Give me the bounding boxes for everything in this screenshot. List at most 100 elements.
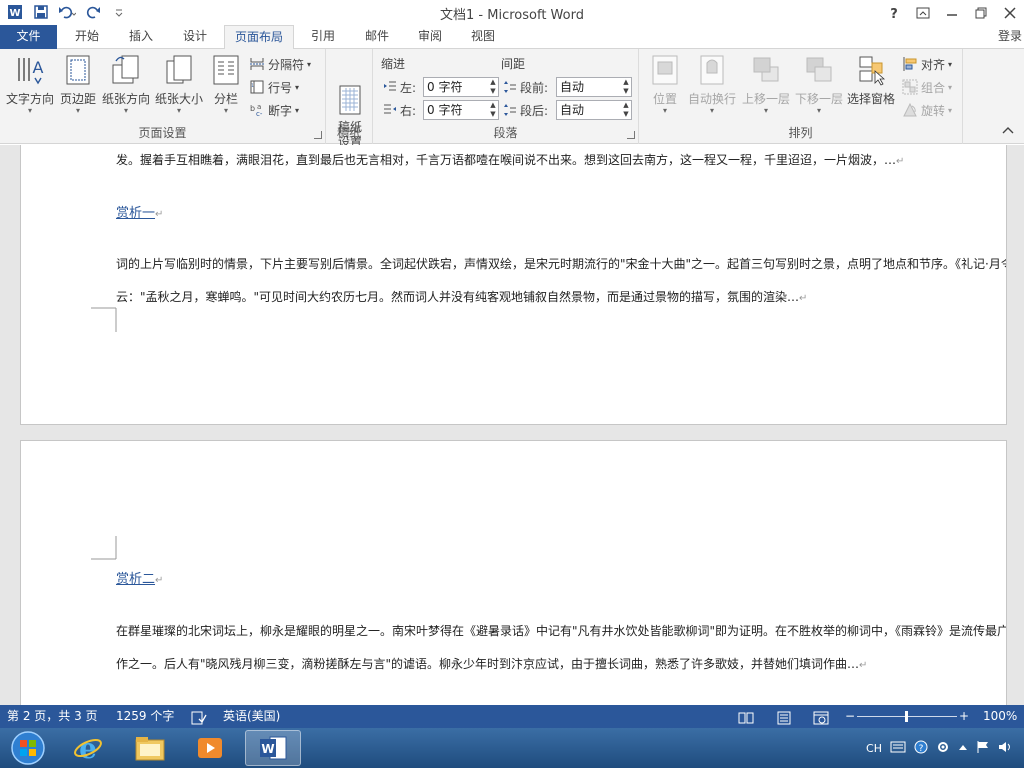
- spacing-after-label: 段后:: [520, 104, 549, 118]
- bring-forward-icon: [750, 53, 782, 87]
- spacing-after-input[interactable]: 自动 ▲ ▼: [556, 100, 632, 120]
- svg-text:?: ?: [890, 7, 898, 20]
- group-label-arrange: 排列: [788, 126, 813, 140]
- spacing-header: 间距: [501, 57, 526, 71]
- group-objects-icon: [902, 79, 918, 95]
- close-icon[interactable]: [995, 0, 1024, 25]
- language-indicator[interactable]: 英语(美国): [223, 705, 280, 728]
- paragraph-text[interactable]: 发。握着手互相瞧着，满眼泪花，直到最后也无言相对，千言万语都噎在喉间说不出来。想…: [116, 151, 904, 168]
- tab-references[interactable]: 引用: [298, 25, 348, 49]
- indent-left-spinner-icon[interactable]: ▲ ▼: [488, 78, 498, 96]
- columns-button[interactable]: 分栏 ▾: [207, 53, 245, 115]
- zoom-out-button[interactable]: −: [845, 705, 855, 728]
- orientation-button[interactable]: 纸张方向 ▾: [100, 53, 152, 115]
- tab-design[interactable]: 设计: [170, 25, 220, 49]
- heading-analysis-2[interactable]: 赏析二↵: [116, 568, 163, 587]
- tab-page-layout[interactable]: 页面布局: [224, 25, 294, 50]
- zoom-in-button[interactable]: +: [959, 705, 969, 728]
- heading-analysis-1[interactable]: 赏析一↵: [116, 202, 163, 221]
- align-icon: [903, 57, 917, 71]
- send-backward-button[interactable]: 下移一层 ▾: [793, 53, 845, 115]
- paragraph-text[interactable]: 云："孟秋之月，寒蝉鸣。"可见时间大约农历七月。然而词人并没有纯客观地铺叙自然景…: [116, 288, 807, 305]
- word-count[interactable]: 1259 个字: [116, 705, 174, 728]
- start-button-icon[interactable]: [0, 730, 56, 766]
- indent-right-input[interactable]: 0 字符 ▲ ▼: [423, 100, 499, 120]
- spacing-before-spinner-icon[interactable]: ▲ ▼: [621, 78, 631, 96]
- group-label-paper: 稿纸: [336, 126, 361, 140]
- svg-text:a: a: [257, 103, 261, 111]
- ribbon: A 文字方向 ▾ 页边距 ▾ 纸张方向 ▾ 纸张大小 ▾ 分栏 ▾ 分隔符 ▾ …: [0, 49, 1024, 149]
- tab-view[interactable]: 视图: [458, 25, 508, 49]
- group-label-paragraph: 段落: [493, 126, 518, 140]
- text-direction-button[interactable]: A 文字方向 ▾: [4, 53, 56, 115]
- help-circle-icon[interactable]: ?: [914, 740, 928, 757]
- help-icon[interactable]: ?: [879, 0, 908, 25]
- document-page-2[interactable]: 赏析二↵ 在群星璀璨的北宋词坛上，柳永是耀眼的明星之一。南宋叶梦得在《避暑录话》…: [20, 440, 1007, 705]
- group-button[interactable]: 组合 ▾: [902, 77, 952, 97]
- svg-text:W: W: [261, 742, 274, 756]
- margins-button[interactable]: 页边距 ▾: [57, 53, 99, 115]
- line-numbers-button[interactable]: 1 行号 ▾: [249, 77, 299, 97]
- hyphenation-icon: bc-a: [250, 103, 263, 118]
- page-setup-launcher-icon[interactable]: [314, 131, 322, 139]
- zoom-slider-thumb[interactable]: [905, 711, 908, 722]
- hyphenation-button[interactable]: b c-a 断字 ▾: [249, 100, 299, 120]
- vertical-scrollbar[interactable]: [1007, 145, 1024, 705]
- wrap-text-button[interactable]: 自动换行 ▾: [685, 53, 739, 115]
- minimize-icon[interactable]: [937, 0, 966, 25]
- flag-icon[interactable]: [976, 740, 990, 757]
- paragraph-text[interactable]: 在群星璀璨的北宋词坛上，柳永是耀眼的明星之一。南宋叶梦得在《避暑录话》中记有"凡…: [116, 622, 1006, 639]
- rotate-icon: [903, 102, 917, 117]
- svg-text:e: e: [79, 733, 97, 763]
- document-page-1[interactable]: 发。握着手互相瞧着，满眼泪花，直到最后也无言相对，千言万语都噎在喉间说不出来。想…: [20, 145, 1007, 425]
- group-paper: 稿纸 设置 稿纸: [326, 49, 373, 149]
- restore-icon[interactable]: [966, 0, 995, 25]
- volume-icon[interactable]: [998, 740, 1014, 757]
- tab-home[interactable]: 开始: [62, 25, 112, 49]
- sign-in-link[interactable]: 登录: [998, 25, 1022, 48]
- orientation-icon: [110, 53, 142, 87]
- rotate-button[interactable]: 旋转 ▾: [902, 100, 952, 120]
- spacing-after-spinner-icon[interactable]: ▲ ▼: [621, 101, 631, 119]
- word-taskbar-icon[interactable]: W: [245, 730, 301, 766]
- paragraph-launcher-icon[interactable]: [627, 131, 635, 139]
- document-area[interactable]: 发。握着手互相瞧着，满眼泪花，直到最后也无言相对，千言万语都噎在喉间说不出来。想…: [0, 145, 1024, 705]
- settings-icon[interactable]: [936, 740, 950, 757]
- file-explorer-icon[interactable]: [122, 730, 178, 766]
- page-count[interactable]: 第 2 页，共 3 页: [7, 705, 98, 728]
- media-player-icon[interactable]: [182, 730, 238, 766]
- position-button[interactable]: 位置 ▾: [645, 53, 685, 115]
- svg-text:1: 1: [251, 83, 254, 88]
- show-hidden-icons-icon[interactable]: [958, 742, 968, 755]
- tab-file[interactable]: 文件: [0, 25, 57, 49]
- collapse-ribbon-icon[interactable]: [1002, 126, 1014, 137]
- group-page-setup: A 文字方向 ▾ 页边距 ▾ 纸张方向 ▾ 纸张大小 ▾ 分栏 ▾ 分隔符 ▾ …: [0, 49, 326, 144]
- tab-mailings[interactable]: 邮件: [352, 25, 402, 49]
- selection-pane-button[interactable]: 选择窗格: [845, 53, 897, 107]
- paragraph-text[interactable]: 词的上片写临别时的情景，下片主要写别后情景。全词起伏跌宕，声情双绘，是宋元时期流…: [116, 255, 1006, 272]
- breaks-button[interactable]: 分隔符 ▾: [249, 54, 311, 74]
- size-button[interactable]: 纸张大小 ▾: [153, 53, 205, 115]
- ribbon-display-options-icon[interactable]: [908, 0, 937, 25]
- zoom-level[interactable]: 100%: [983, 705, 1017, 728]
- indent-left-input[interactable]: 0 字符 ▲ ▼: [423, 77, 499, 97]
- align-button[interactable]: 对齐 ▾: [902, 54, 952, 74]
- internet-explorer-icon[interactable]: e: [60, 730, 116, 766]
- spacing-before-input[interactable]: 自动 ▲ ▼: [556, 77, 632, 97]
- tab-review[interactable]: 审阅: [405, 25, 455, 49]
- group-arrange: 位置 ▾ 自动换行 ▾ 上移一层 ▾ 下移一层 ▾ 选择窗格 对齐 ▾ 组合 ▾…: [639, 49, 963, 144]
- paragraph-text[interactable]: 作之一。后人有"晓风残月柳三变，滴粉搓酥左与言"的谑语。柳永少年时到汴京应试，由…: [116, 655, 867, 672]
- window-title: 文档1 - Microsoft Word: [440, 8, 584, 23]
- keyboard-icon[interactable]: [890, 741, 906, 756]
- input-language-indicator[interactable]: CH: [866, 742, 882, 755]
- zoom-slider[interactable]: [857, 711, 957, 722]
- svg-text:A: A: [33, 58, 44, 77]
- svg-text:b: b: [250, 104, 255, 113]
- paper-size-icon: [163, 53, 195, 87]
- spacing-after-icon: [504, 104, 516, 116]
- tab-insert[interactable]: 插入: [116, 25, 166, 49]
- margin-crop-mark: [91, 307, 117, 332]
- system-tray: CH ?: [866, 728, 1024, 768]
- indent-right-spinner-icon[interactable]: ▲ ▼: [488, 101, 498, 119]
- bring-forward-button[interactable]: 上移一层 ▾: [740, 53, 792, 115]
